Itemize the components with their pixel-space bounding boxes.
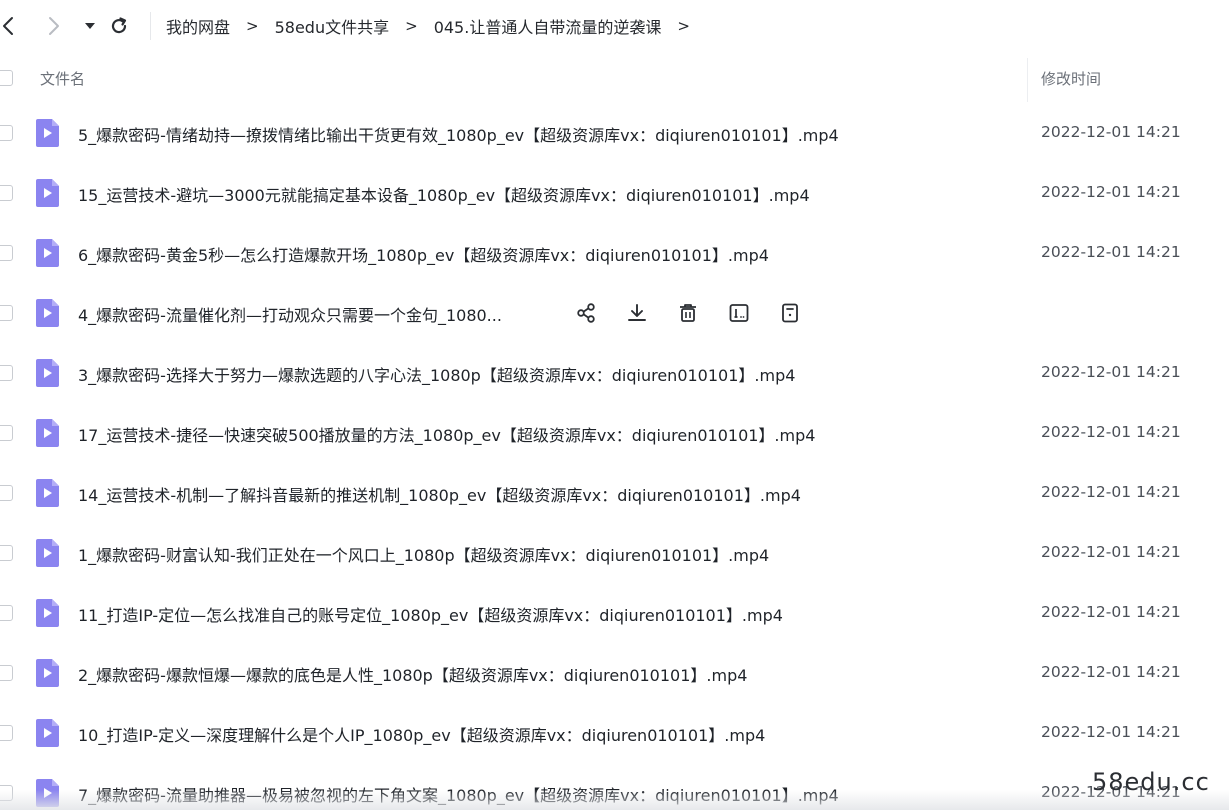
file-modified-time: 2022-12-01 14:21 xyxy=(1041,483,1181,501)
file-modified-time: 2022-12-01 14:21 xyxy=(1041,123,1181,141)
share-icon[interactable] xyxy=(574,301,598,325)
delete-icon[interactable] xyxy=(676,301,700,325)
file-row[interactable]: 10_打造IP-定义—深度理解什么是个人IP_1080p_ev【超级资源库vx：… xyxy=(0,703,1229,763)
video-file-icon xyxy=(35,118,60,148)
row-checkbox[interactable] xyxy=(0,665,13,681)
file-modified-time: 2022-12-01 14:21 xyxy=(1041,723,1181,741)
file-modified-time: 2022-12-01 14:21 xyxy=(1041,543,1181,561)
row-checkbox[interactable] xyxy=(0,125,13,141)
file-row[interactable]: 14_运营技术-机制—了解抖音最新的推送机制_1080p_ev【超级资源库vx：… xyxy=(0,463,1229,523)
chevron-right-icon[interactable] xyxy=(42,14,66,38)
list-header: 文件名 修改时间 xyxy=(0,54,1229,102)
file-name[interactable]: 11_打造IP-定位—怎么找准自己的账号定位_1080p_ev【超级资源库vx：… xyxy=(78,602,783,626)
file-modified-time: 2022-12-01 14:21 xyxy=(1041,603,1181,621)
column-header-name[interactable]: 文件名 xyxy=(40,68,85,89)
column-divider[interactable] xyxy=(1027,58,1028,102)
breadcrumb-item-my-drive[interactable]: 我的网盘 xyxy=(166,14,230,38)
bottom-fade xyxy=(0,790,1229,810)
file-name[interactable]: 10_打造IP-定义—深度理解什么是个人IP_1080p_ev【超级资源库vx：… xyxy=(78,722,765,746)
file-name[interactable]: 4_爆款密码-流量催化剂—打动观众只需要一个金句_1080... xyxy=(78,302,502,326)
file-modified-time: 2022-12-01 14:21 xyxy=(1041,183,1181,201)
more-info-icon[interactable] xyxy=(778,301,802,325)
video-file-icon xyxy=(35,478,60,508)
breadcrumb: 我的网盘 > 58edu文件共享 > 045.让普通人自带流量的逆袭课 > xyxy=(166,13,706,39)
breadcrumb-separator: > xyxy=(405,17,418,35)
video-file-icon xyxy=(35,598,60,628)
row-checkbox[interactable] xyxy=(0,485,13,501)
file-row[interactable]: 17_运营技术-捷径—快速突破500播放量的方法_1080p_ev【超级资源库v… xyxy=(0,403,1229,463)
breadcrumb-item-course[interactable]: 045.让普通人自带流量的逆袭课 xyxy=(434,14,662,38)
file-row[interactable]: 1_爆款密码-财富认知-我们正处在一个风口上_1080p【超级资源库vx：diq… xyxy=(0,523,1229,583)
row-checkbox[interactable] xyxy=(0,245,13,261)
file-row[interactable]: 4_爆款密码-流量催化剂—打动观众只需要一个金句_1080... xyxy=(0,283,1229,343)
video-file-icon xyxy=(35,658,60,688)
file-name[interactable]: 17_运营技术-捷径—快速突破500播放量的方法_1080p_ev【超级资源库v… xyxy=(78,422,815,446)
video-file-icon xyxy=(35,718,60,748)
toolbar: 我的网盘 > 58edu文件共享 > 045.让普通人自带流量的逆袭课 > xyxy=(0,0,1229,52)
video-file-icon xyxy=(35,538,60,568)
caret-down-icon[interactable] xyxy=(78,14,102,38)
video-file-icon xyxy=(35,178,60,208)
rename-icon[interactable] xyxy=(727,301,751,325)
row-checkbox[interactable] xyxy=(0,725,13,741)
row-checkbox[interactable] xyxy=(0,365,13,381)
chevron-left-icon[interactable] xyxy=(0,14,20,38)
file-name[interactable]: 5_爆款密码-情绪劫持—撩拨情绪比输出干货更有效_1080p_ev【超级资源库v… xyxy=(78,122,839,146)
select-all-checkbox[interactable] xyxy=(0,70,13,86)
breadcrumb-separator: > xyxy=(246,17,259,35)
file-modified-time: 2022-12-01 14:21 xyxy=(1041,423,1181,441)
refresh-icon[interactable] xyxy=(107,14,131,38)
file-row[interactable]: 6_爆款密码-黄金5秒—怎么打造爆款开场_1080p_ev【超级资源库vx：di… xyxy=(0,223,1229,283)
file-row[interactable]: 2_爆款密码-爆款恒爆—爆款的底色是人性_1080p【超级资源库vx：diqiu… xyxy=(0,643,1229,703)
file-row[interactable]: 3_爆款密码-选择大于努力—爆款选题的八字心法_1080p【超级资源库vx：di… xyxy=(0,343,1229,403)
breadcrumb-separator: > xyxy=(677,17,690,35)
breadcrumb-item-share[interactable]: 58edu文件共享 xyxy=(275,14,390,38)
row-checkbox[interactable] xyxy=(0,545,13,561)
file-name[interactable]: 14_运营技术-机制—了解抖音最新的推送机制_1080p_ev【超级资源库vx：… xyxy=(78,482,801,506)
file-modified-time: 2022-12-01 14:21 xyxy=(1041,663,1181,681)
file-modified-time: 2022-12-01 14:21 xyxy=(1041,363,1181,381)
watermark: 58edu.cc xyxy=(1092,768,1210,796)
video-file-icon xyxy=(35,298,60,328)
file-name[interactable]: 6_爆款密码-黄金5秒—怎么打造爆款开场_1080p_ev【超级资源库vx：di… xyxy=(78,242,769,266)
file-row[interactable]: 15_运营技术-避坑—3000元就能搞定基本设备_1080p_ev【超级资源库v… xyxy=(0,163,1229,223)
download-icon[interactable] xyxy=(625,301,649,325)
row-checkbox[interactable] xyxy=(0,305,13,321)
file-list: 5_爆款密码-情绪劫持—撩拨情绪比输出干货更有效_1080p_ev【超级资源库v… xyxy=(0,103,1229,810)
column-header-modified[interactable]: 修改时间 xyxy=(1041,68,1101,89)
file-row[interactable]: 11_打造IP-定位—怎么找准自己的账号定位_1080p_ev【超级资源库vx：… xyxy=(0,583,1229,643)
row-checkbox[interactable] xyxy=(0,185,13,201)
toolbar-divider xyxy=(150,12,151,40)
file-name[interactable]: 15_运营技术-避坑—3000元就能搞定基本设备_1080p_ev【超级资源库v… xyxy=(78,182,810,206)
row-checkbox[interactable] xyxy=(0,425,13,441)
video-file-icon xyxy=(35,418,60,448)
row-checkbox[interactable] xyxy=(0,605,13,621)
row-actions xyxy=(574,301,829,325)
file-modified-time: 2022-12-01 14:21 xyxy=(1041,243,1181,261)
file-name[interactable]: 3_爆款密码-选择大于努力—爆款选题的八字心法_1080p【超级资源库vx：di… xyxy=(78,362,795,386)
file-name[interactable]: 2_爆款密码-爆款恒爆—爆款的底色是人性_1080p【超级资源库vx：diqiu… xyxy=(78,662,747,686)
video-file-icon xyxy=(35,238,60,268)
file-row[interactable]: 5_爆款密码-情绪劫持—撩拨情绪比输出干货更有效_1080p_ev【超级资源库v… xyxy=(0,103,1229,163)
video-file-icon xyxy=(35,358,60,388)
file-name[interactable]: 1_爆款密码-财富认知-我们正处在一个风口上_1080p【超级资源库vx：diq… xyxy=(78,542,769,566)
